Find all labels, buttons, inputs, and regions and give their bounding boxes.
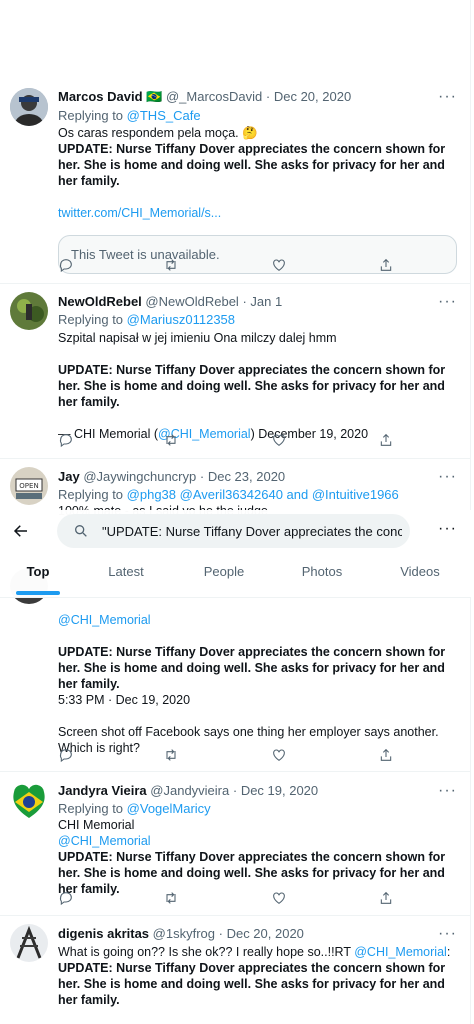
flag-emoji: 🇧🇷 [146,89,163,104]
display-name[interactable]: NewOldRebel [58,294,142,309]
search-tabs: Top Latest People Photos Videos [0,559,471,597]
like-icon[interactable] [271,747,289,765]
more-icon[interactable]: ··· [438,468,457,486]
tweet-handle-link[interactable]: @CHI_Memorial [58,833,457,849]
handle[interactable]: @NewOldRebel [145,294,238,309]
search-query[interactable]: "UPDATE: Nurse Tiffany Dover appreciates… [102,524,402,539]
tweet-date[interactable]: Dec 20, 2020 [274,89,351,104]
tweet-update-text: UPDATE: Nurse Tiffany Dover appreciates … [58,961,446,1007]
retweet-icon[interactable] [163,747,181,765]
replying-label: Replying to [58,108,124,123]
tweet-text: What is going on?? Is she ok?? I really … [58,945,451,959]
display-name[interactable]: digenis akritas [58,926,149,941]
replying-handle[interactable]: @Mariusz0112358 [127,312,235,327]
tweet-date[interactable]: Dec 23, 2020 [208,469,285,484]
more-icon[interactable]: ··· [438,925,457,943]
avatar[interactable] [10,292,48,330]
replying-label: Replying to [58,801,124,816]
tweet-update-text: UPDATE: Nurse Tiffany Dover appreciates … [58,645,446,691]
tweet-update-text: UPDATE: Nurse Tiffany Dover appreciates … [58,142,446,188]
tweet-card[interactable]: NewOldRebel @NewOldRebel · Jan 1 Replyin… [0,284,471,459]
tweet-card[interactable]: digenis akritas @1skyfrog · Dec 20, 2020… [0,916,471,1024]
tweet-link[interactable]: twitter.com/CHI_Memorial/s... [58,205,457,221]
tweet-handle-link[interactable]: @CHI_Memorial [58,612,457,628]
reply-icon[interactable] [58,257,76,275]
avatar[interactable]: OPEN [10,467,48,505]
tweet-card[interactable]: @CHI_Memorial UPDATE: Nurse Tiffany Dove… [0,568,471,772]
tab-photos[interactable]: Photos [294,559,350,597]
like-icon[interactable] [271,257,289,275]
replying-label: Replying to [58,487,124,502]
tweet-text: Os caras respondem pela moça. 🤔 [58,126,258,140]
active-tab-indicator [16,591,60,595]
reply-icon[interactable] [58,890,76,908]
like-icon[interactable] [271,890,289,908]
avatar[interactable] [10,924,48,962]
search-input[interactable]: "UPDATE: Nurse Tiffany Dover appreciates… [57,514,410,548]
retweet-icon[interactable] [163,257,181,275]
display-name[interactable]: Marcos David [58,89,143,104]
display-name[interactable]: Jay [58,469,80,484]
handle[interactable]: @Jandyvieira [150,783,229,798]
tweet-mention[interactable]: @CHI_Memorial [354,945,447,959]
reply-icon[interactable] [58,747,76,765]
share-icon[interactable] [378,747,396,765]
svg-text:OPEN: OPEN [19,482,38,490]
tweet-card[interactable]: Marcos David 🇧🇷 @_MarcosDavid · Dec 20, … [0,84,471,284]
share-icon[interactable] [378,432,396,450]
share-icon[interactable] [378,257,396,275]
more-icon[interactable]: ··· [438,520,457,538]
tab-videos[interactable]: Videos [392,559,448,597]
like-icon[interactable] [271,432,289,450]
replying-handle[interactable]: @phg38 @Averil36342640 and @Intuitive196… [127,487,399,502]
search-icon [73,523,89,542]
tab-people[interactable]: People [196,559,252,597]
tweet-time: 5:33 PM · Dec 19, 2020 [58,693,191,707]
tweet-update-text: UPDATE: Nurse Tiffany Dover appreciates … [58,363,446,409]
share-icon[interactable] [378,890,396,908]
more-icon[interactable]: ··· [438,88,457,106]
more-icon[interactable]: ··· [438,293,457,311]
tweet-text: Szpital napisał w jej imieniu Ona milczy… [58,331,337,345]
replying-handle[interactable]: @THS_Cafe [127,108,201,123]
retweet-icon[interactable] [163,890,181,908]
handle[interactable]: @_MarcosDavid [166,89,262,104]
display-name[interactable]: Jandyra Vieira [58,783,147,798]
retweet-icon[interactable] [163,432,181,450]
tweet-text: CHI Memorial [58,818,135,832]
avatar[interactable] [10,88,48,126]
handle[interactable]: @Jaywingchuncryp [83,469,196,484]
replying-label: Replying to [58,312,124,327]
handle[interactable]: @1skyfrog [153,926,215,941]
tab-latest[interactable]: Latest [100,559,152,597]
replying-handle[interactable]: @VogelMaricy [127,801,211,816]
tweet-date[interactable]: Dec 19, 2020 [241,783,318,798]
more-icon[interactable]: ··· [438,782,457,800]
avatar[interactable] [10,782,48,820]
tweet-date[interactable]: Dec 20, 2020 [227,926,304,941]
tweet-card[interactable]: Jandyra Vieira @Jandyvieira · Dec 19, 20… [0,772,471,916]
back-arrow-icon[interactable] [12,522,30,540]
reply-icon[interactable] [58,432,76,450]
tweet-date[interactable]: Jan 1 [250,294,282,309]
